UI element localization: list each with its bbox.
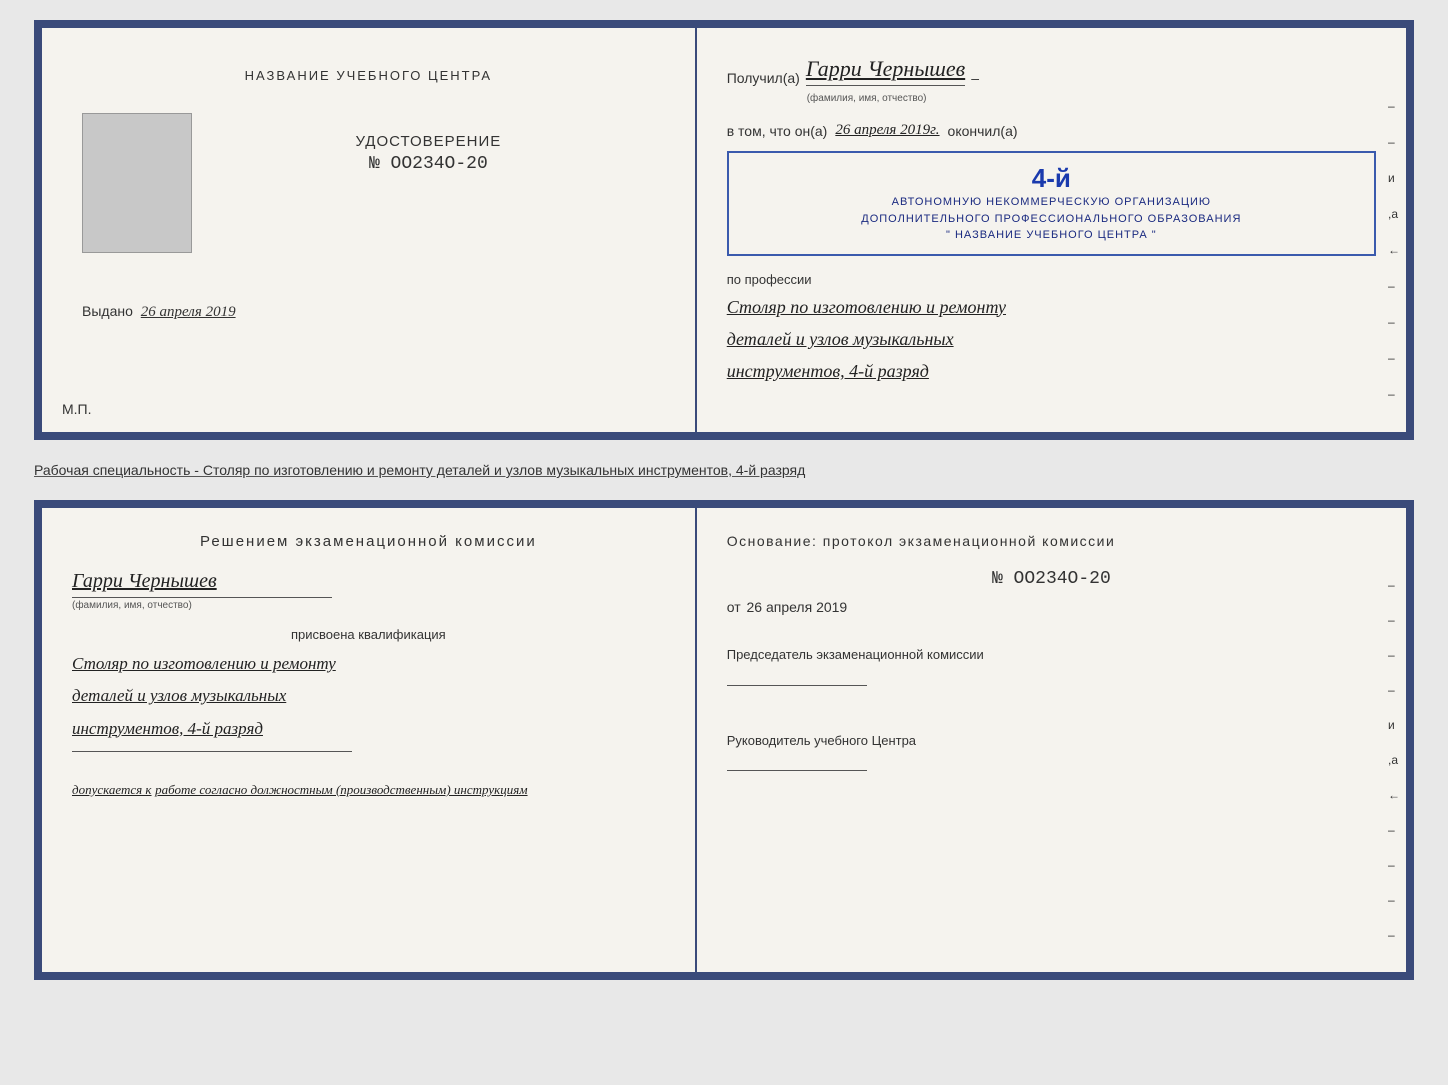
vydano-line: Выдано 26 апреля 2019 <box>82 303 236 321</box>
rukovoditel-block: Руководитель учебного Центра <box>727 731 1376 797</box>
profession-top: Столяр по изготовлению и ремонту деталей… <box>727 291 1376 388</box>
prisvoena-label: присвоена квалификация <box>72 627 665 642</box>
top-document: НАЗВАНИЕ УЧЕБНОГО ЦЕНТРА УДОСТОВЕРЕНИЕ №… <box>34 20 1414 440</box>
vtom-label: в том, что он(а) <box>727 123 828 139</box>
bottom-right-page: Основание: протокол экзаменационной коми… <box>697 508 1406 972</box>
prof-line3: инструментов, 4-й разряд <box>727 355 1376 387</box>
vydano-label: Выдано <box>82 303 133 319</box>
separator-text: Рабочая специальность - Столяр по изгото… <box>34 456 1414 484</box>
center-title-top: НАЗВАНИЕ УЧЕБНОГО ЦЕНТРА <box>245 68 492 83</box>
poluchil-row: Получил(а) Гарри Чернышев – <box>727 56 1376 86</box>
udostoverenie-label: УДОСТОВЕРЕНИЕ <box>355 133 501 150</box>
recipient-name-bottom: Гарри Чернышев <box>72 570 665 593</box>
dopusk-text: работе согласно должностным (производств… <box>155 782 527 797</box>
underline1 <box>72 751 352 752</box>
doc-number-top: № OO234O-20 <box>369 154 488 174</box>
recipient-name-top: Гарри Чернышев <box>806 56 965 86</box>
qual-line3: инструментов, 4-й разряд <box>72 713 665 745</box>
protocol-number: № OO234O-20 <box>727 569 1376 589</box>
vtom-row: в том, что он(а) 26 апреля 2019г. окончи… <box>727 122 1376 139</box>
ot-date: от 26 апреля 2019 <box>727 599 1376 615</box>
rukovoditel-label: Руководитель учебного Центра <box>727 731 1376 751</box>
okonchil-label: окончил(а) <box>948 123 1018 139</box>
prof-line1: Столяр по изготовлению и ремонту <box>727 291 1376 323</box>
dopuskaetsya-label: допускается к <box>72 782 152 797</box>
stamp-line3: " НАЗВАНИЕ УЧЕБНОГО ЦЕНТРА " <box>743 227 1360 244</box>
qual-line1: Столяр по изготовлению и ремонту <box>72 648 665 680</box>
poluchil-label: Получил(а) <box>727 70 800 86</box>
bottom-left-page: Решением экзаменационной комиссии Гарри … <box>42 508 697 972</box>
stamp-line2: ДОПОЛНИТЕЛЬНОГО ПРОФЕССИОНАЛЬНОГО ОБРАЗО… <box>743 211 1360 228</box>
predsedatel-sig-line <box>727 685 867 686</box>
stamp-line1: АВТОНОМНУЮ НЕКОММЕРЧЕСКУЮ ОРГАНИЗАЦИЮ <box>743 194 1360 211</box>
vydano-date: 26 апреля 2019 <box>141 304 236 320</box>
protocol-date: 26 апреля 2019 <box>747 599 848 615</box>
recipient-name-bottom-container: Гарри Чернышев (фамилия, имя, отчество) <box>72 570 665 611</box>
po-professii-label: по профессии <box>727 272 1376 287</box>
stamp-box: 4-й АВТОНОМНУЮ НЕКОММЕРЧЕСКУЮ ОРГАНИЗАЦИ… <box>727 151 1376 256</box>
qualification-bottom: Столяр по изготовлению и ремонту деталей… <box>72 648 665 745</box>
photo-placeholder <box>82 113 192 253</box>
osnovanie-title: Основание: протокол экзаменационной коми… <box>727 533 1376 549</box>
dopuskaetsya-block: допускается к работе согласно должностны… <box>72 782 665 798</box>
rukovoditel-sig-line <box>727 770 867 771</box>
fio-underline-bottom <box>72 597 332 598</box>
bottom-document: Решением экзаменационной комиссии Гарри … <box>34 500 1414 980</box>
decision-title: Решением экзаменационной комиссии <box>72 533 665 550</box>
bottom-right-decorative: – – – – и ,а ← – – – – <box>1388 568 1406 952</box>
right-decorative-lines: – – и ,а ← – – – – <box>1388 88 1406 412</box>
top-left-page: НАЗВАНИЕ УЧЕБНОГО ЦЕНТРА УДОСТОВЕРЕНИЕ №… <box>42 28 697 432</box>
qual-line2: деталей и узлов музыкальных <box>72 680 665 712</box>
mp-label: М.П. <box>62 401 92 417</box>
dash-top: – <box>971 70 979 86</box>
predsedatel-label: Председатель экзаменационной комиссии <box>727 645 1376 665</box>
fio-note-top: (фамилия, имя, отчество) <box>807 88 1376 106</box>
prof-line2: деталей и узлов музыкальных <box>727 323 1376 355</box>
stamp-number: 4-й <box>743 163 1360 194</box>
fio-note-bottom: (фамилия, имя, отчество) <box>72 600 665 611</box>
graduation-date-top: 26 апреля 2019г. <box>835 122 939 139</box>
predsedatel-block: Председатель экзаменационной комиссии <box>727 645 1376 711</box>
ot-label: от <box>727 599 741 615</box>
top-right-page: Получил(а) Гарри Чернышев – (фамилия, им… <box>697 28 1406 432</box>
